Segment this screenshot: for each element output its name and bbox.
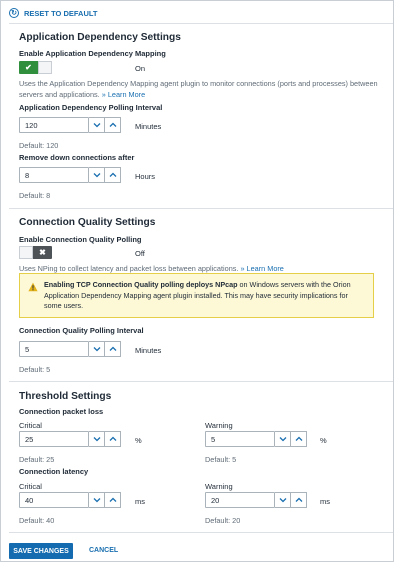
enable-cq-label: Enable Connection Quality Polling xyxy=(19,235,142,244)
settings-panel: ↻ RESET TO DEFAULT Application Dependenc… xyxy=(0,0,394,562)
pl-warning-default: Default: 5 xyxy=(205,455,237,464)
chevron-up-icon xyxy=(295,436,302,441)
lat-warning-stepper xyxy=(205,492,307,508)
enable-adm-toggle[interactable]: ✔ xyxy=(19,61,52,74)
remove-down-input[interactable] xyxy=(19,167,89,183)
chevron-down-icon xyxy=(93,498,100,503)
decrement-button[interactable] xyxy=(275,492,291,508)
lat-warning-label: Warning xyxy=(205,482,233,491)
enable-cq-state: Off xyxy=(135,249,145,258)
chevron-up-icon xyxy=(109,497,116,502)
check-icon: ✔ xyxy=(25,63,32,72)
pl-critical-unit: % xyxy=(135,436,142,445)
cq-description-text: Uses NPing to collect latency and packet… xyxy=(19,264,239,273)
save-changes-button[interactable]: SAVE CHANGES xyxy=(9,543,73,559)
footer: SAVE CHANGES CANCEL xyxy=(1,533,393,562)
pl-warning-label: Warning xyxy=(205,421,233,430)
npcap-warning-banner: Enabling TCP Connection Quality polling … xyxy=(19,273,374,318)
threshold-section-title: Threshold Settings xyxy=(19,391,112,402)
increment-button[interactable] xyxy=(291,431,307,447)
reset-label: RESET TO DEFAULT xyxy=(24,8,98,18)
increment-button[interactable] xyxy=(105,167,121,183)
cq-interval-label: Connection Quality Polling Interval xyxy=(19,326,144,335)
cq-learn-more-link[interactable]: » Learn More xyxy=(240,264,283,273)
lat-warning-unit: ms xyxy=(320,497,330,506)
enable-adm-state: On xyxy=(135,64,146,73)
cq-interval-input[interactable] xyxy=(19,341,89,357)
increment-button[interactable] xyxy=(105,341,121,357)
refresh-icon: ↻ xyxy=(9,8,19,18)
decrement-button[interactable] xyxy=(89,431,105,447)
chevron-up-icon xyxy=(109,346,116,351)
increment-button[interactable] xyxy=(105,492,121,508)
cq-interval-default: Default: 5 xyxy=(19,365,51,374)
polling-interval-unit: Minutes xyxy=(135,122,162,131)
decrement-button[interactable] xyxy=(275,431,291,447)
cq-interval-stepper xyxy=(19,341,121,357)
app-dep-section-title: Application Dependency Settings xyxy=(19,32,181,43)
chevron-down-icon xyxy=(93,347,100,352)
remove-down-label: Remove down connections after xyxy=(19,153,135,162)
decrement-button[interactable] xyxy=(89,167,105,183)
chevron-up-icon xyxy=(109,122,116,127)
chevron-down-icon xyxy=(93,173,100,178)
warning-icon xyxy=(28,282,38,292)
chevron-up-icon xyxy=(109,436,116,441)
remove-down-unit: Hours xyxy=(135,172,156,181)
pl-warning-unit: % xyxy=(320,436,327,445)
enable-cq-toggle[interactable]: ✖ xyxy=(19,246,52,259)
x-icon: ✖ xyxy=(39,248,46,257)
cq-interval-unit: Minutes xyxy=(135,346,162,355)
polling-interval-default: Default: 120 xyxy=(19,141,59,150)
remove-down-stepper xyxy=(19,167,121,183)
increment-button[interactable] xyxy=(291,492,307,508)
chevron-up-icon xyxy=(109,172,116,177)
chevron-down-icon xyxy=(279,498,286,503)
divider xyxy=(9,23,393,24)
decrement-button[interactable] xyxy=(89,117,105,133)
adm-description-text: Uses the Application Dependency Mapping … xyxy=(19,79,378,99)
lat-critical-input[interactable] xyxy=(19,492,89,508)
divider xyxy=(9,381,393,382)
adm-description: Uses the Application Dependency Mapping … xyxy=(19,78,379,100)
pl-warning-input[interactable] xyxy=(205,431,275,447)
decrement-button[interactable] xyxy=(89,341,105,357)
toggle-knob xyxy=(38,61,52,74)
polling-interval-input[interactable] xyxy=(19,117,89,133)
pl-critical-input[interactable] xyxy=(19,431,89,447)
increment-button[interactable] xyxy=(105,117,121,133)
warning-bold-text: Enabling TCP Connection Quality polling … xyxy=(44,280,238,289)
lat-critical-unit: ms xyxy=(135,497,145,506)
decrement-button[interactable] xyxy=(89,492,105,508)
latency-label: Connection latency xyxy=(19,467,89,476)
lat-critical-stepper xyxy=(19,492,121,508)
chevron-down-icon xyxy=(93,123,100,128)
lat-critical-default: Default: 40 xyxy=(19,516,55,525)
toggle-knob xyxy=(19,246,33,259)
pl-critical-label: Critical xyxy=(19,421,42,430)
enable-adm-label: Enable Application Dependency Mapping xyxy=(19,49,166,58)
increment-button[interactable] xyxy=(105,431,121,447)
lat-critical-label: Critical xyxy=(19,482,42,491)
chevron-up-icon xyxy=(295,497,302,502)
pl-critical-default: Default: 25 xyxy=(19,455,55,464)
divider xyxy=(9,208,393,209)
chevron-down-icon xyxy=(279,437,286,442)
chevron-down-icon xyxy=(93,437,100,442)
polling-interval-stepper xyxy=(19,117,121,133)
cancel-button[interactable]: CANCEL xyxy=(89,547,118,554)
lat-warning-default: Default: 20 xyxy=(205,516,241,525)
pl-critical-stepper xyxy=(19,431,121,447)
polling-interval-label: Application Dependency Polling Interval xyxy=(19,103,163,112)
packet-loss-label: Connection packet loss xyxy=(19,407,104,416)
pl-warning-stepper xyxy=(205,431,307,447)
remove-down-default: Default: 8 xyxy=(19,191,51,200)
reset-to-default-button[interactable]: ↻ RESET TO DEFAULT xyxy=(9,8,97,18)
conn-quality-section-title: Connection Quality Settings xyxy=(19,217,156,228)
adm-learn-more-link[interactable]: » Learn More xyxy=(102,90,145,99)
lat-warning-input[interactable] xyxy=(205,492,275,508)
